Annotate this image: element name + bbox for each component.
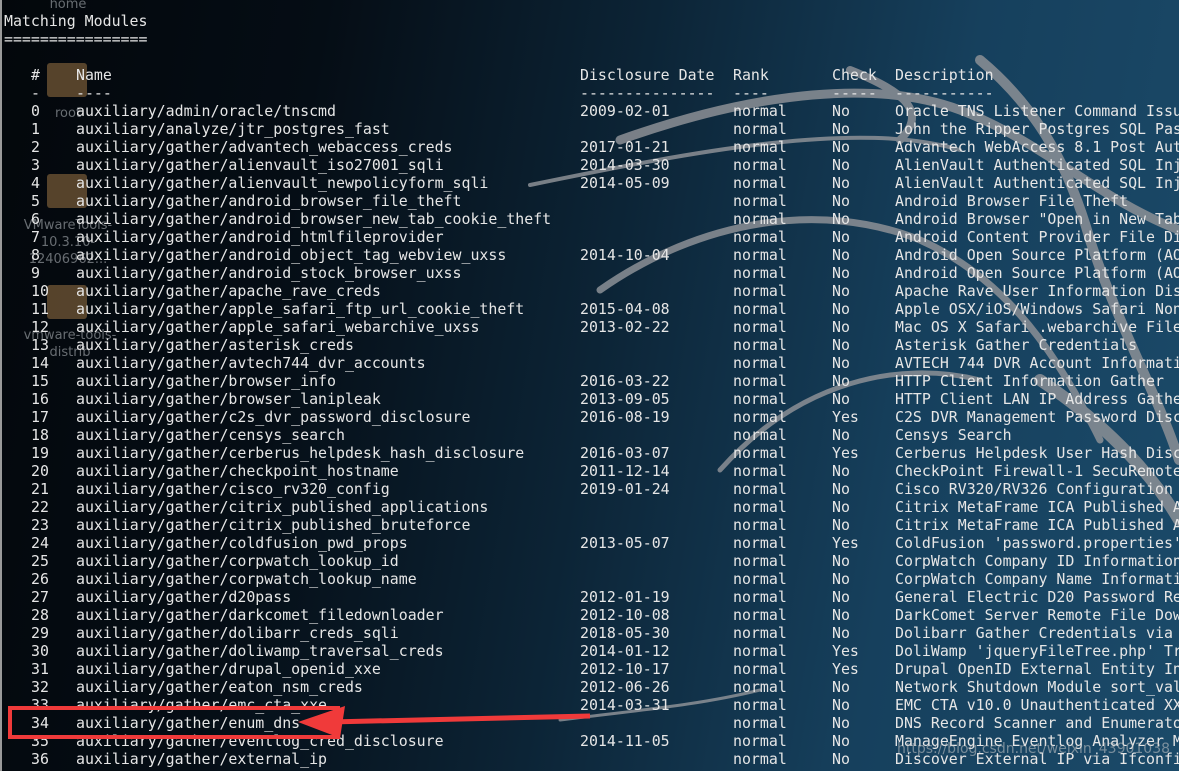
- highlight-annotation: [8, 706, 591, 739]
- arrow-shaft: [329, 713, 591, 725]
- watermark: https://blog.csdn.net/weixin_43901038: [897, 741, 1171, 757]
- arrow-head-icon: [298, 706, 345, 738]
- highlight-box: [8, 706, 340, 739]
